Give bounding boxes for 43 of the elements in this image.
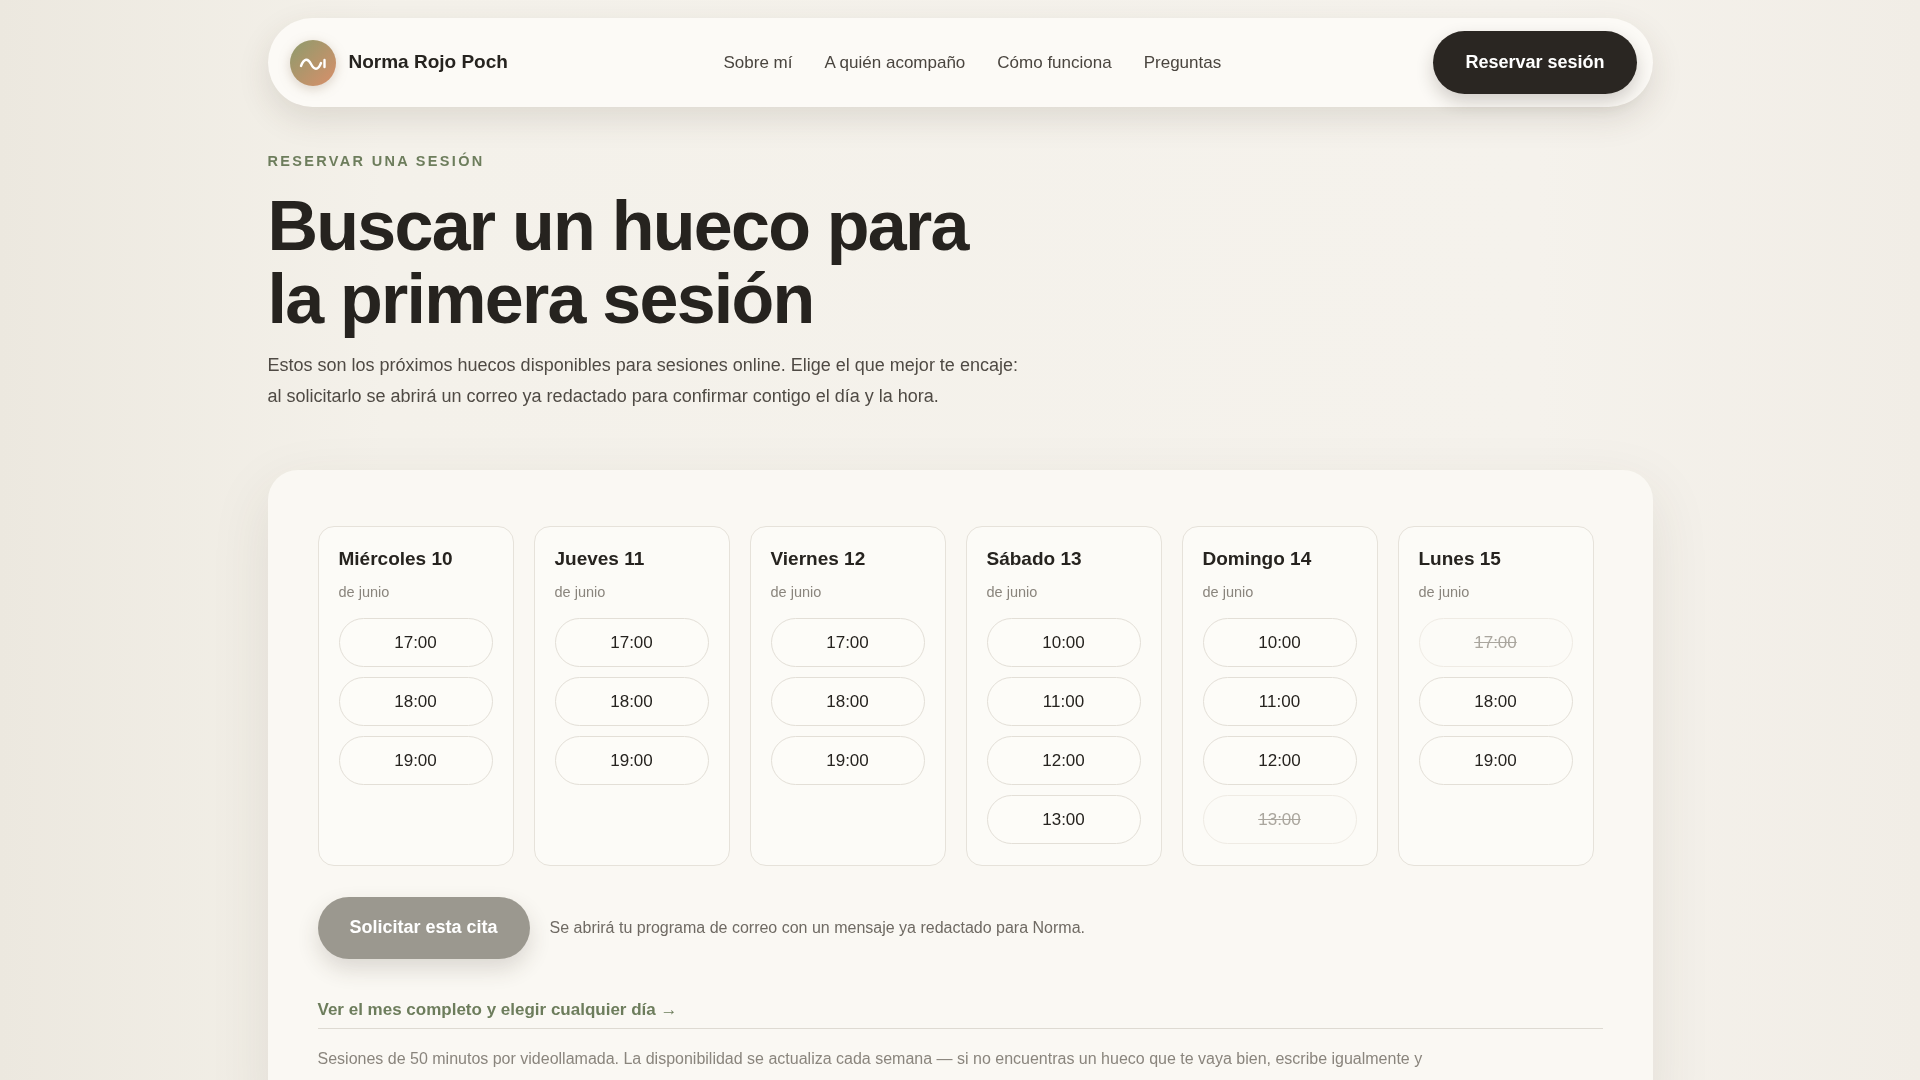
page-heading: Buscar un hueco para la primera sesión: [267, 189, 970, 336]
nav-link[interactable]: A quién acompaño: [824, 49, 966, 76]
sessions-footnote: Sesiones de 50 minutos por videollamada. La disponibilidad se actualiza cada semana — si no encuentras un hueco que te vaya bien, escribe igualmente y: [317, 1049, 1424, 1070]
time-slot[interactable]: 11:00: [1202, 676, 1357, 726]
day-month: de junio: [770, 582, 823, 601]
time-slot[interactable]: 18:00: [554, 676, 709, 726]
time-slot[interactable]: 10:00: [986, 617, 1141, 667]
day-title: Sábado 13: [986, 546, 1083, 571]
day-month: de junio: [554, 582, 607, 601]
brand-name[interactable]: Norma Rojo Poch: [348, 48, 508, 77]
intro-paragraph: Estos son los próximos huecos disponibles para sesiones online. Elige el que mejor te encaje: al solicitarlo se abrirá un correo ya redactado para confirmar contigo el día y la hora.: [267, 353, 1019, 408]
day-title: Lunes 15: [1418, 546, 1502, 571]
time-slot[interactable]: 10:00: [1202, 617, 1357, 667]
nav-link[interactable]: Cómo funciona: [997, 49, 1112, 76]
time-slot[interactable]: 18:00: [770, 676, 925, 726]
day-month: de junio: [1202, 582, 1255, 601]
day-title: Jueves 11: [554, 546, 646, 571]
time-slot[interactable]: 12:00: [1202, 735, 1357, 785]
time-slot[interactable]: 12:00: [986, 735, 1141, 785]
day-month: de junio: [1418, 582, 1471, 601]
nav-link[interactable]: Sobre mí: [723, 49, 793, 76]
time-slot[interactable]: 11:00: [986, 676, 1141, 726]
time-slot[interactable]: 19:00: [770, 735, 925, 785]
day-title: Domingo 14: [1202, 546, 1313, 571]
book-session-button[interactable]: Reservar sesión: [1433, 31, 1637, 94]
time-slot[interactable]: 17:00: [770, 617, 925, 667]
time-slot[interactable]: 17:00: [338, 617, 493, 667]
day-title: Miércoles 10: [338, 546, 454, 571]
logo-wave-icon: [289, 39, 336, 86]
day-month: de junio: [986, 582, 1039, 601]
time-slot[interactable]: 18:00: [338, 676, 493, 726]
time-slot[interactable]: 19:00: [1418, 735, 1573, 785]
nav-link[interactable]: Preguntas: [1143, 49, 1222, 76]
time-slot[interactable]: 13:00: [986, 794, 1141, 844]
time-slot[interactable]: 17:00: [554, 617, 709, 667]
day-month: de junio: [338, 582, 391, 601]
section-eyebrow: RESERVAR UNA SESIÓN: [267, 151, 486, 171]
time-slot[interactable]: 19:00: [338, 735, 493, 785]
submit-hint: Se abrirá tu programa de correo con un mensaje ya redactado para Norma.: [549, 917, 1085, 938]
day-title: Viernes 12: [770, 546, 867, 571]
time-slot[interactable]: 19:00: [554, 735, 709, 785]
full-month-link[interactable]: Ver el mes completo y elegir cualquier día →: [317, 999, 678, 1019]
time-slot[interactable]: 18:00: [1418, 676, 1573, 726]
